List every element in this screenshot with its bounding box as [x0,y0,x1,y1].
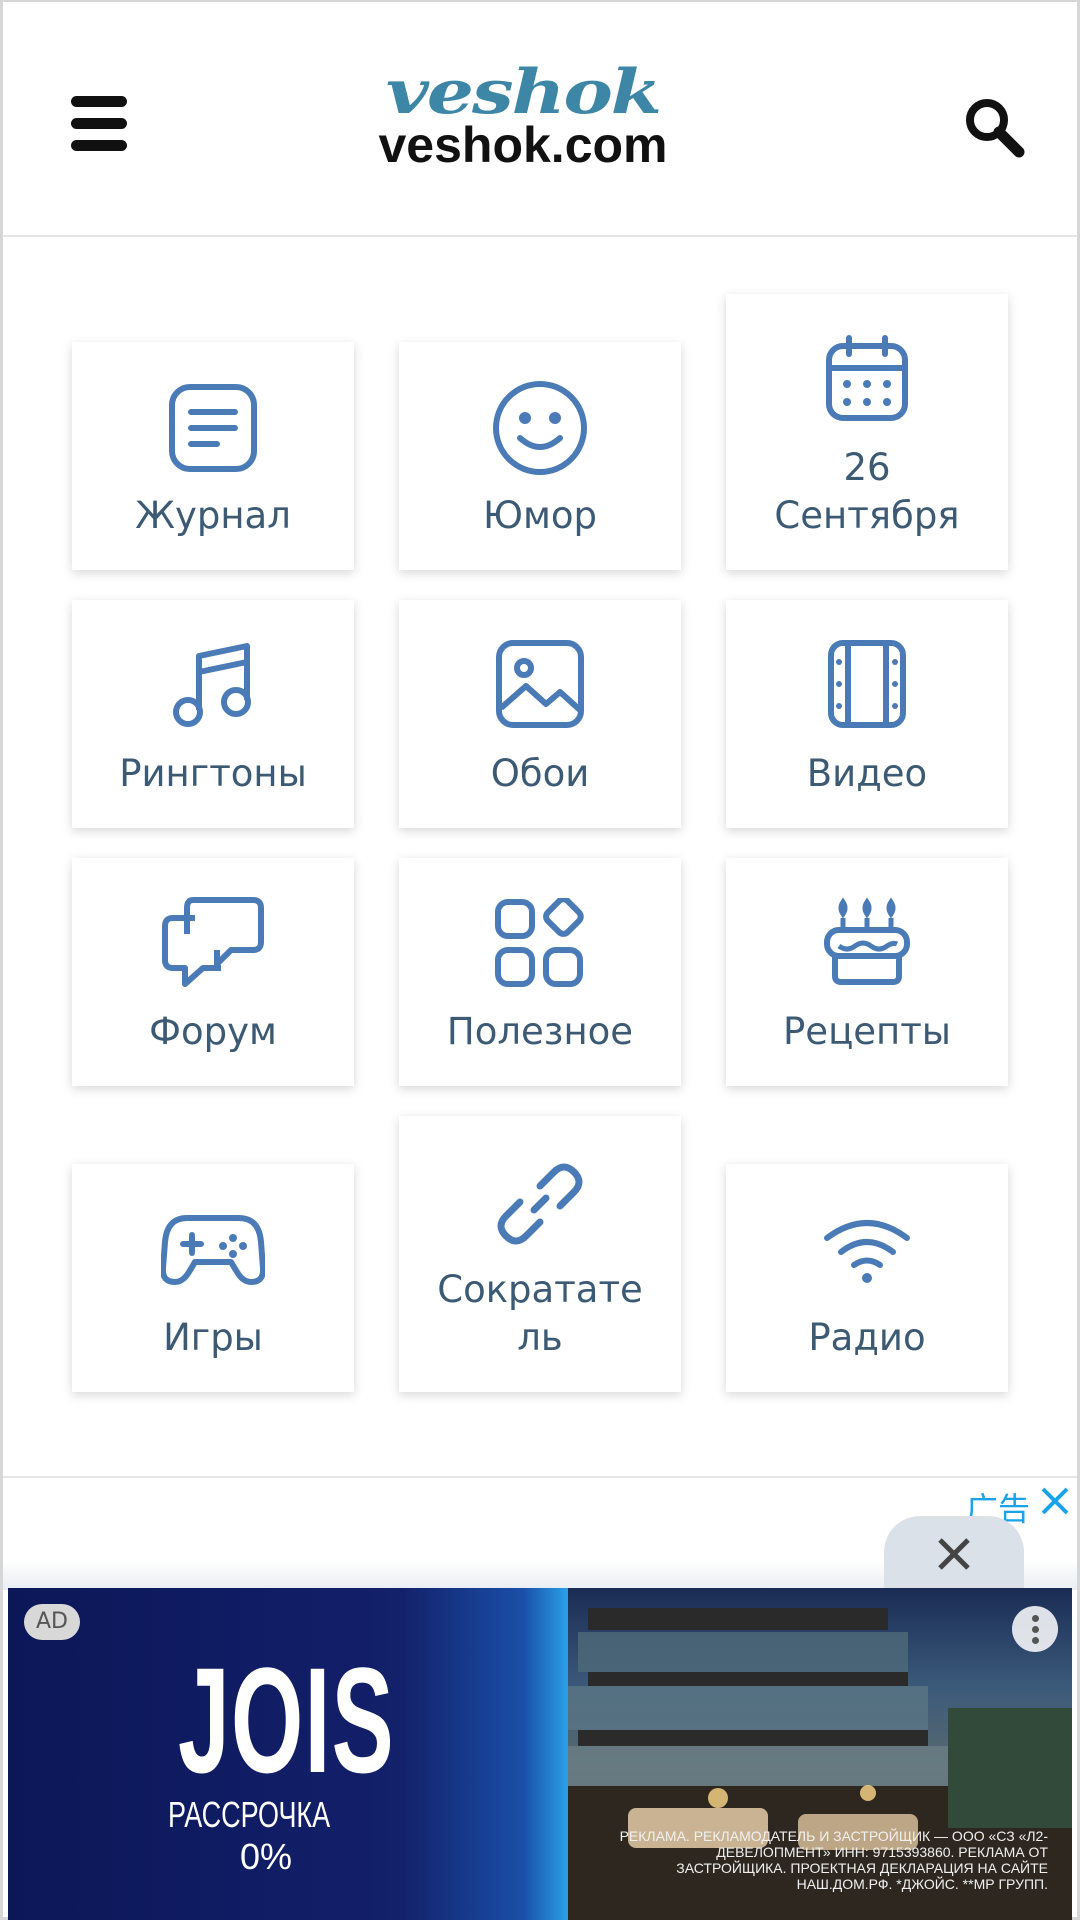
tile-wallpapers[interactable]: Обои [399,600,681,828]
more-dot [1032,1615,1039,1622]
link-icon [497,1163,583,1245]
tile-label: Обои [490,752,590,795]
gamepad-icon [161,1215,265,1285]
tile-date-day: 26 [843,446,891,489]
menu-bar [71,96,127,107]
tile-label-line2: ль [517,1316,563,1359]
tile-humor[interactable]: Юмор [399,342,681,570]
ad-rate: 0% [240,1836,293,1877]
tile-label: Юмор [483,494,597,537]
close-icon [938,1538,970,1570]
chat-bubbles-icon [162,897,264,987]
ad-badge: AD [24,1604,80,1640]
tile-games[interactable]: Игры [72,1164,354,1392]
menu-bar [71,118,127,129]
film-icon [828,640,906,728]
cake-icon [824,897,910,985]
smile-icon [493,381,587,475]
tile-radio[interactable]: Радио [726,1164,1008,1392]
tile-date-month: Сентября [774,494,960,537]
ad-subtitle: РАССРОЧКА [168,1794,331,1835]
tile-forum[interactable]: Форум [72,858,354,1086]
site-logo[interactable]: veshok veshok.com [323,42,723,182]
ad-close-button[interactable] [884,1516,1024,1590]
ad-banner[interactable]: AD JOIS РАССРОЧКА 0% РЕКЛАМА. РЕКЛАМОДАТ… [8,1588,1072,1920]
tile-shortener[interactable]: Сократате ль [399,1116,681,1392]
image-icon [496,640,584,728]
more-dot [1032,1626,1039,1633]
tile-video[interactable]: Видео [726,600,1008,828]
hamburger-menu-button[interactable] [71,96,129,152]
close-icon [1041,1487,1069,1515]
music-note-icon [173,643,251,727]
site-header: veshok veshok.com [3,2,1077,237]
calendar-icon [826,335,908,421]
tile-recipes[interactable]: Рецепты [726,858,1008,1086]
ad-legal-text: РЕКЛАМА. РЕКЛАМОДАТЕЛЬ И ЗАСТРОЙЩИК — ОО… [619,1828,1048,1892]
ad-brand: JOIS [178,1636,395,1804]
tile-ringtones[interactable]: Рингтоны [72,600,354,828]
wifi-icon [824,1220,910,1283]
more-dot [1032,1637,1039,1644]
tile-label-line1: Сократате [437,1268,643,1311]
tile-useful[interactable]: Полезное [399,858,681,1086]
tile-label: Радио [808,1316,926,1359]
tile-journal[interactable]: Журнал [72,342,354,570]
tile-label: Рецепты [783,1010,951,1053]
tile-label: Журнал [135,494,291,537]
tile-label: Видео [806,752,928,795]
apps-icon [495,898,584,987]
tile-date[interactable]: 26 Сентября [726,294,1008,570]
tile-label: Форум [149,1010,277,1053]
ad-options-button[interactable] [1012,1606,1058,1652]
search-button[interactable] [961,94,1027,160]
tile-label: Игры [163,1316,263,1359]
ad-dismiss-button[interactable] [1038,1484,1072,1518]
tile-label: Полезное [446,1010,634,1053]
tile-label: Рингтоны [119,752,307,795]
menu-bar [71,140,127,151]
search-icon [966,99,1025,158]
logo-wordmark: veshok [385,57,662,128]
journal-icon [169,384,257,472]
